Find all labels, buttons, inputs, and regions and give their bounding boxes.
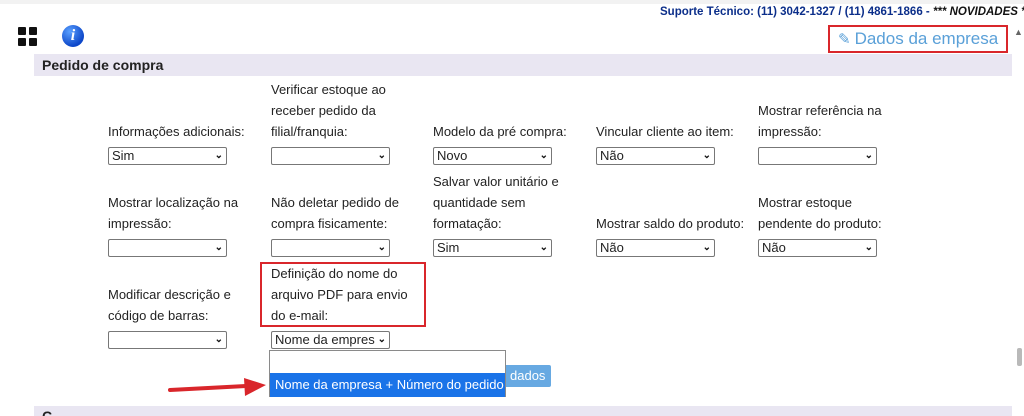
top-strip bbox=[0, 0, 1024, 4]
verificar-estoque-select[interactable]: ⌄ bbox=[271, 147, 390, 165]
field-modelo-pre-compra: Modelo da pré compra: Novo ⌄ bbox=[433, 100, 583, 165]
field-verificar-estoque: Verificar estoque ao receber pedido da f… bbox=[271, 80, 421, 165]
field-label: Salvar valor unitário e quantidade sem f… bbox=[433, 174, 559, 231]
info-icon[interactable]: i bbox=[62, 25, 84, 47]
mostrar-saldo-select[interactable]: Não ⌄ bbox=[596, 239, 715, 257]
field-label: Vincular cliente ao item: bbox=[596, 124, 734, 139]
field-mostrar-referencia: Mostrar referência na impressão: ⌄ bbox=[758, 100, 908, 165]
mostrar-localizacao-select[interactable]: ⌄ bbox=[108, 239, 227, 257]
field-label: Modificar descrição e código de barras: bbox=[108, 287, 231, 323]
chevron-down-icon: ⌄ bbox=[214, 150, 223, 161]
modificar-descricao-select[interactable]: ⌄ bbox=[108, 331, 227, 349]
field-label: Mostrar saldo do produto: bbox=[596, 216, 745, 231]
field-salvar-valor-unitario: Salvar valor unitário e quantidade sem f… bbox=[433, 170, 583, 257]
mostrar-referencia-select[interactable]: ⌄ bbox=[758, 147, 877, 165]
field-label: Mostrar referência na impressão: bbox=[758, 103, 882, 139]
chevron-down-icon: ⌄ bbox=[377, 150, 386, 161]
support-phone-text: Suporte Técnico: (11) 3042-1327 / (11) 4… bbox=[660, 6, 933, 18]
chevron-down-icon: ⌄ bbox=[864, 150, 873, 161]
field-nao-deletar-pedido: Não deletar pedido de compra fisicamente… bbox=[271, 190, 421, 257]
highlight-box bbox=[260, 262, 426, 327]
field-label: Modelo da pré compra: bbox=[433, 124, 567, 139]
support-info: Suporte Técnico: (11) 3042-1327 / (11) 4… bbox=[660, 6, 1024, 18]
field-informacoes-adicionais: Informações adicionais: Sim ⌄ bbox=[108, 100, 258, 165]
save-dados-button[interactable]: dados bbox=[500, 365, 551, 387]
chevron-down-icon: ⌄ bbox=[702, 150, 711, 161]
chevron-down-icon: ⌄ bbox=[864, 242, 873, 253]
field-label: Informações adicionais: bbox=[108, 124, 245, 139]
chevron-down-icon: ⌄ bbox=[377, 242, 386, 253]
scrollbar-thumb[interactable] bbox=[1017, 348, 1022, 366]
field-label: Mostrar estoque pendente do produto: bbox=[758, 195, 882, 231]
section-title: Pedido de compra bbox=[34, 54, 1012, 76]
dropdown-option-selected[interactable]: Nome da empresa + Número do pedido bbox=[270, 373, 505, 397]
vincular-cliente-select[interactable]: Não ⌄ bbox=[596, 147, 715, 165]
modelo-pre-compra-select[interactable]: Novo ⌄ bbox=[433, 147, 552, 165]
field-modificar-descricao: Modificar descrição e código de barras: … bbox=[108, 283, 258, 349]
next-section-title: C... bbox=[34, 406, 1012, 416]
field-label: Verificar estoque ao receber pedido da f… bbox=[271, 82, 386, 139]
dados-empresa-label: Dados da empresa bbox=[854, 29, 999, 48]
red-arrow-icon bbox=[168, 378, 266, 396]
field-mostrar-estoque-pendente: Mostrar estoque pendente do produto: Não… bbox=[758, 190, 908, 257]
edit-icon: ✎ bbox=[838, 31, 851, 48]
scroll-up-icon[interactable]: ▲ bbox=[1014, 27, 1023, 37]
dropdown-empty-option[interactable] bbox=[270, 351, 505, 374]
salvar-valor-unitario-select[interactable]: Sim ⌄ bbox=[433, 239, 552, 257]
chevron-down-icon: ⌄ bbox=[702, 242, 711, 253]
field-label: Mostrar localização na impressão: bbox=[108, 195, 239, 231]
field-vincular-cliente: Vincular cliente ao item: Não ⌄ bbox=[596, 100, 746, 165]
chevron-down-icon: ⌄ bbox=[377, 334, 386, 345]
dados-empresa-button[interactable]: ✎ Dados da empresa bbox=[828, 25, 1008, 53]
chevron-down-icon: ⌄ bbox=[539, 242, 548, 253]
field-label: Não deletar pedido de compra fisicamente… bbox=[271, 195, 399, 231]
mostrar-estoque-pendente-select[interactable]: Não ⌄ bbox=[758, 239, 877, 257]
news-link[interactable]: *** NOVIDADES *** bbox=[933, 6, 1024, 18]
chevron-down-icon: ⌄ bbox=[214, 242, 223, 253]
informacoes-adicionais-select[interactable]: Sim ⌄ bbox=[108, 147, 227, 165]
dropdown-list: Nome da empresa + Número do pedido bbox=[269, 350, 506, 397]
field-mostrar-saldo: Mostrar saldo do produto: Não ⌄ bbox=[596, 190, 746, 257]
field-mostrar-localizacao: Mostrar localização na impressão: ⌄ bbox=[108, 190, 258, 257]
chevron-down-icon: ⌄ bbox=[539, 150, 548, 161]
nome-arquivo-pdf-select[interactable]: Nome da empres ⌄ bbox=[271, 331, 390, 349]
chevron-down-icon: ⌄ bbox=[214, 334, 223, 345]
nao-deletar-pedido-select[interactable]: ⌄ bbox=[271, 239, 390, 257]
grid-menu-icon[interactable] bbox=[18, 27, 38, 47]
